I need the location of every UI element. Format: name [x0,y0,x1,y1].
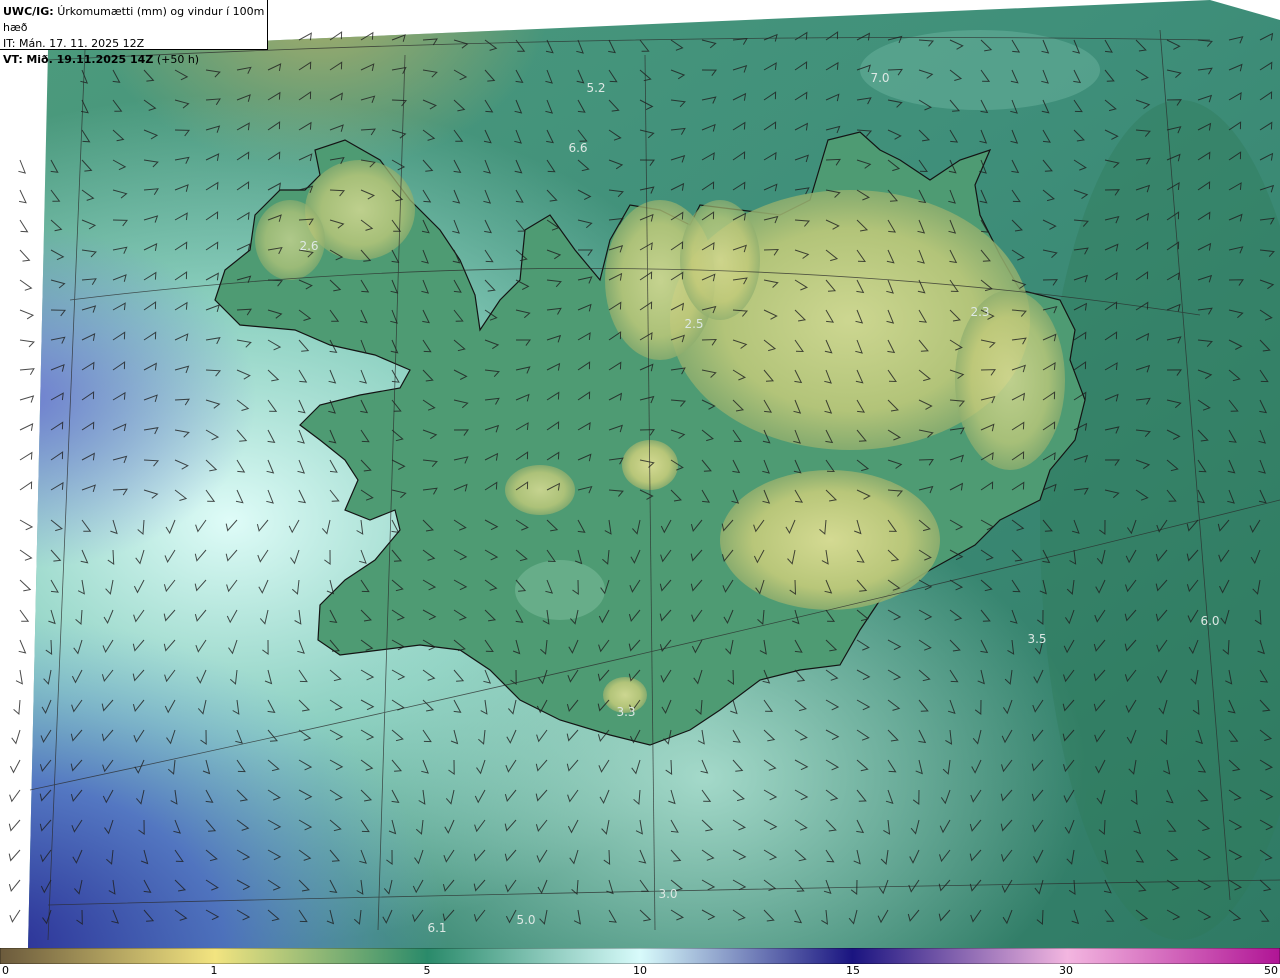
colorbar-tick: 30 [1059,964,1073,977]
colorbar-labels: 0 1 5 10 15 30 50 [0,964,1280,978]
map-label: 6.1 [427,921,446,935]
map-label: 7.0 [870,71,889,85]
valid-time-line: VT: Mið. 19.11.2025 14Z (+50 h) [3,52,267,68]
issue-time: IT: Mán. 17. 11. 2025 12Z [3,37,145,50]
map-label: 2.5 [684,317,703,331]
map-label: 3.0 [658,887,677,901]
map-label: 6.6 [568,141,587,155]
map-label: 3.5 [1027,632,1046,646]
colorbar-tick: 50 [1264,964,1278,977]
colorbar-tick: 5 [423,964,431,977]
model-name: UWC/IG: [3,5,54,18]
lead-time: (+50 h) [156,53,200,66]
map-label: 2.6 [299,239,318,253]
valid-prefix: VT: [3,53,23,66]
map-label: 6.0 [1200,614,1219,628]
colorbar-tick: 15 [846,964,860,977]
forecast-info-box: UWC/IG: Úrkomumætti (mm) og vindur í 100… [0,0,268,66]
map-label: 2.3 [970,305,989,319]
map-label: 5.0 [516,913,535,927]
map-label: 5.2 [586,81,605,95]
colorbar-tick: 1 [210,964,218,977]
precipitation-colorbar [0,948,1280,964]
title-line: UWC/IG: Úrkomumætti (mm) og vindur í 100… [3,4,267,36]
map-label: 3.3 [616,705,635,719]
colorbar-tick: 0 [2,964,9,977]
forecast-map[interactable]: 5.2 7.0 6.6 2.6 2.5 2.3 6.0 3.5 3.3 3.0 … [0,0,1280,948]
valid-time: Mið. 19.11.2025 14Z [26,53,154,66]
colorbar-tick: 10 [633,964,647,977]
